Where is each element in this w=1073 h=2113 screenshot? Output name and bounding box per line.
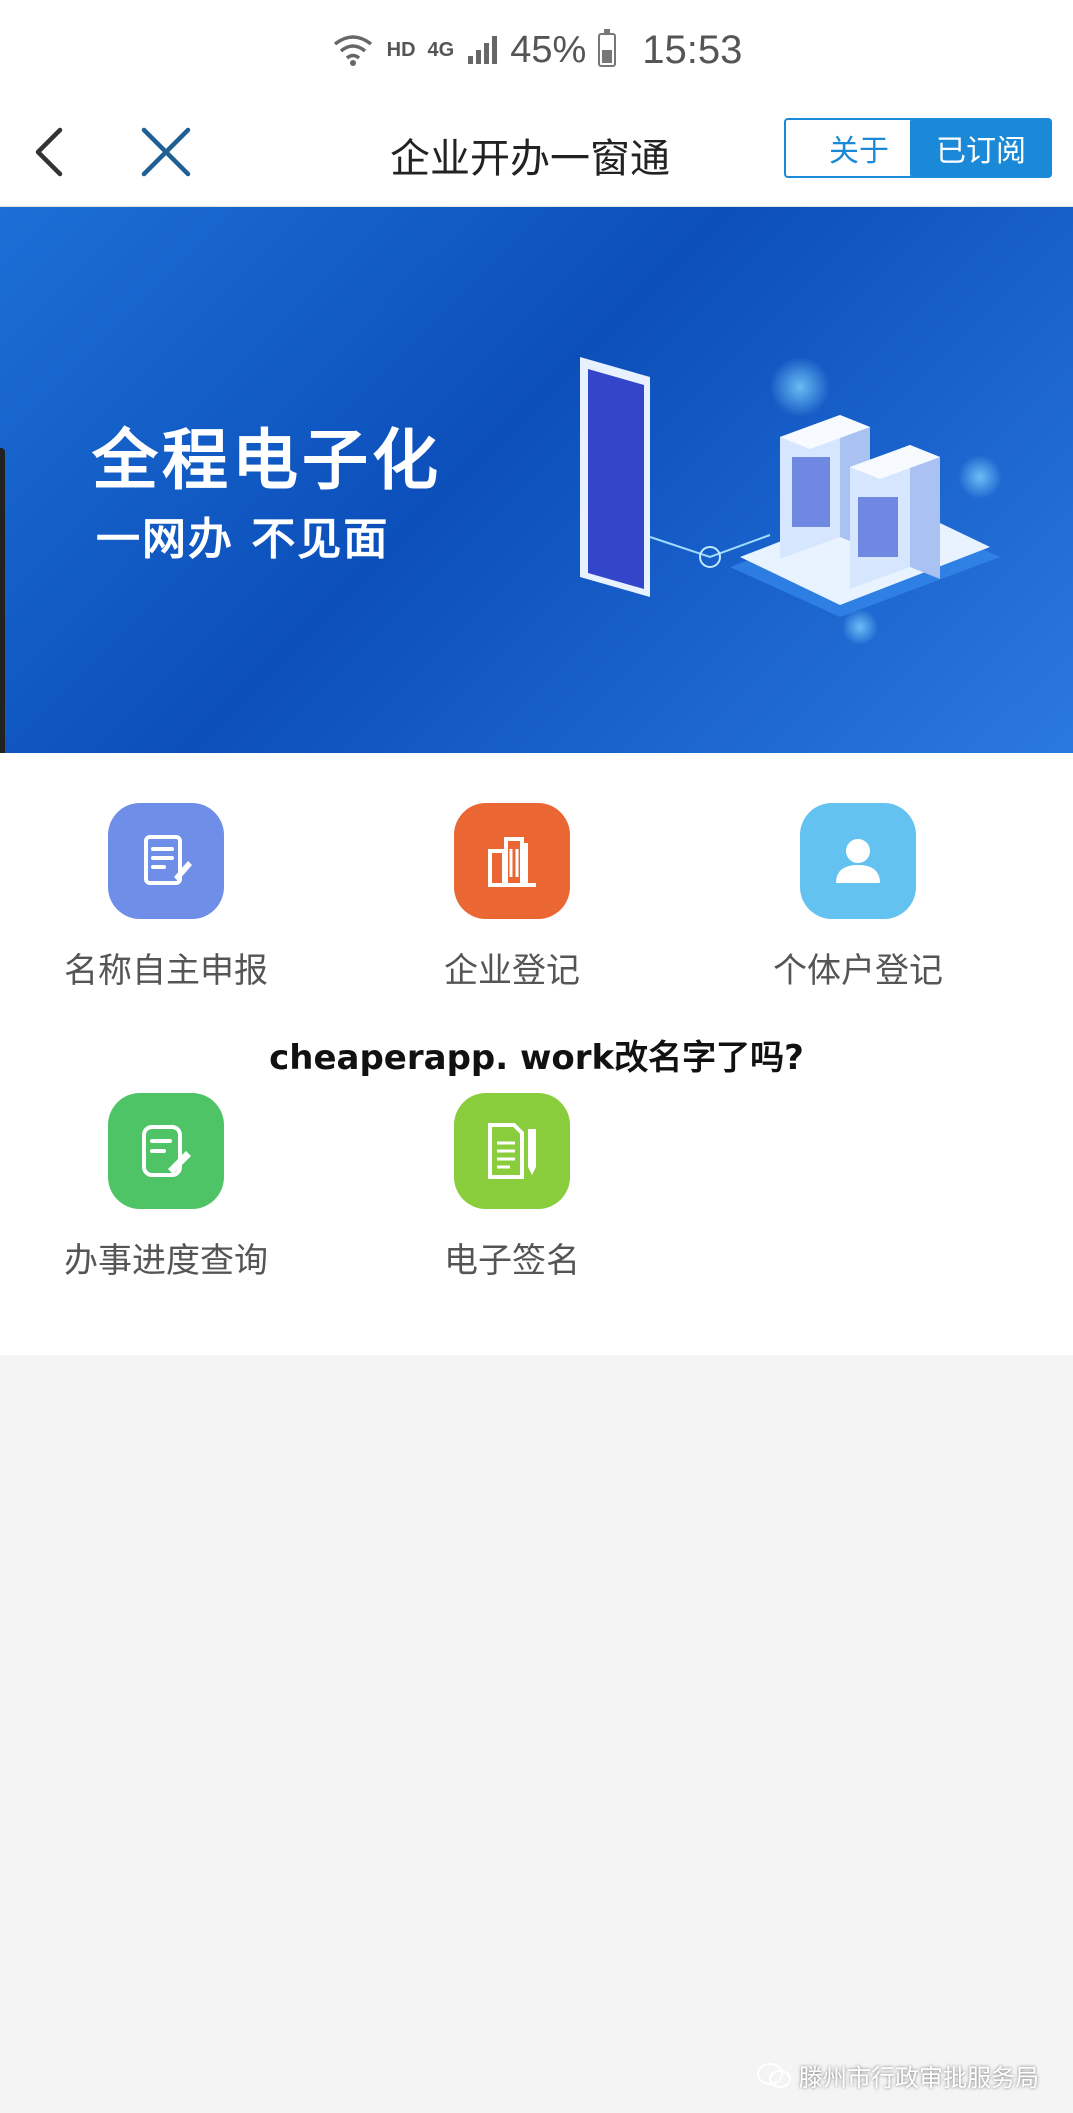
service-enterprise-registration[interactable]: 企业登记 <box>362 803 662 992</box>
building-icon <box>454 803 570 919</box>
clock-time: 15:53 <box>642 27 743 72</box>
battery-icon <box>598 29 617 67</box>
progress-check-icon <box>108 1093 224 1209</box>
service-label: 名称自主申报 <box>64 951 268 991</box>
battery-percent: 45% <box>510 28 587 71</box>
title-bar: 企业开办一窗通 关于 已订阅 <box>0 100 1073 207</box>
service-name-declaration[interactable]: 名称自主申报 <box>16 803 316 992</box>
back-icon[interactable] <box>24 122 84 182</box>
watermark-text: 滕州市行政审批服务局 <box>799 2064 1039 2092</box>
document-sign-icon <box>454 1093 570 1209</box>
page-title: 企业开办一窗通 <box>390 136 670 182</box>
person-icon <box>800 803 916 919</box>
service-label: 企业登记 <box>444 951 580 991</box>
banner-subheading: 一网办 不见面 <box>96 514 390 565</box>
subscribed-button[interactable]: 已订阅 <box>910 118 1052 178</box>
promo-banner[interactable]: 全程电子化 一网办 不见面 <box>0 207 1073 753</box>
server-phone-illustration <box>580 357 1002 645</box>
service-label: 办事进度查询 <box>64 1241 268 1281</box>
overlay-caption: cheaperapp. work改名字了吗? <box>269 1038 804 1078</box>
wifi-icon <box>333 35 372 66</box>
service-progress-query[interactable]: 办事进度查询 <box>16 1093 316 1282</box>
network-label: HD <box>386 38 416 61</box>
signal-icon <box>468 36 498 64</box>
status-bar: HD 4G 45% 15:53 <box>0 0 1073 100</box>
service-label: 电子签名 <box>444 1241 580 1281</box>
close-icon[interactable] <box>136 122 196 182</box>
service-label: 个体户登记 <box>773 951 943 991</box>
banner-heading: 全程电子化 <box>92 422 442 499</box>
edit-form-icon <box>108 803 224 919</box>
wechat-icon <box>757 2062 791 2088</box>
service-e-signature[interactable]: 电子签名 <box>362 1093 662 1282</box>
watermark: 滕州市行政审批服务局 <box>757 2058 1039 2093</box>
signal-label: 4G <box>427 38 455 61</box>
service-individual-registration[interactable]: 个体户登记 <box>708 803 1008 992</box>
